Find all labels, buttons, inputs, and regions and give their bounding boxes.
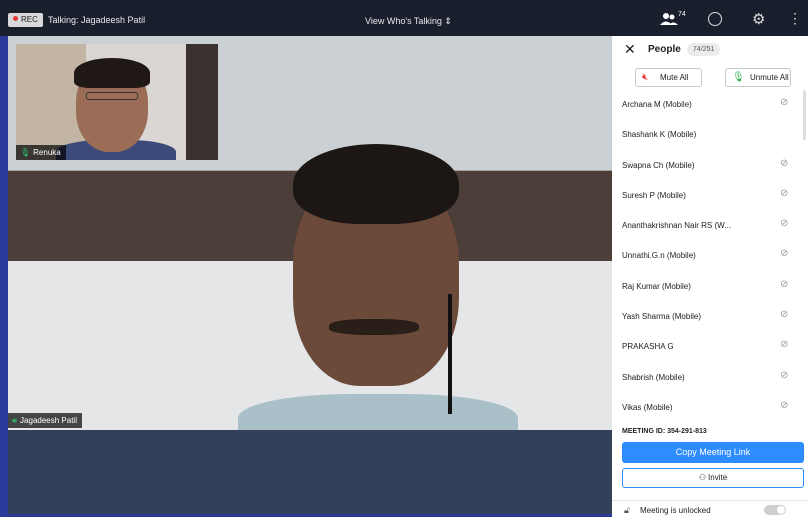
- mic-icon: 🎙︎: [20, 148, 31, 157]
- participant-count-badge: 74/251: [687, 43, 721, 56]
- view-whos-talking-dropdown[interactable]: View Who's Talking ⇕: [365, 16, 452, 27]
- lock-icon: 🔓︎: [624, 505, 630, 515]
- meeting-top-bar: REC Talking: Jagadeesh Patil View Who's …: [0, 0, 808, 36]
- more-options-icon[interactable]: ⋮: [788, 10, 802, 27]
- speaker-hair: [293, 144, 459, 224]
- add-person-icon: ⚇: [698, 473, 707, 482]
- record-dot-icon: [13, 16, 18, 21]
- participants-count: 74: [678, 11, 686, 18]
- speaker-moustache: [329, 319, 419, 335]
- participant-row[interactable]: Shashank K (Mobile): [612, 120, 808, 150]
- mic-off-icon[interactable]: ⊘: [780, 279, 788, 290]
- mic-off-icon[interactable]: ⊘: [780, 188, 788, 199]
- participant-name: Shabrish (Mobile): [622, 372, 685, 382]
- participants-icon: [660, 13, 678, 25]
- meeting-lock-row: 🔓︎ Meeting is unlocked: [612, 500, 808, 517]
- unmute-all-button[interactable]: 🎙︎ Unmute All: [725, 68, 791, 87]
- thumb-hair: [74, 58, 150, 88]
- participant-thumbnail[interactable]: 🎙︎ Renuka: [16, 44, 218, 160]
- talking-indicator: Talking: Jagadeesh Patil: [48, 15, 146, 25]
- speaker-name-tag: 🔊︎ Jagadeesh Patil: [8, 413, 82, 428]
- participant-name: Yash Sharma (Mobile): [622, 312, 701, 322]
- lock-meeting-toggle[interactable]: [764, 505, 786, 515]
- settings-icon[interactable]: ⚙: [752, 10, 765, 28]
- participant-name: Raj Kumar (Mobile): [622, 281, 691, 291]
- participant-name: Unnathi.G.n (Mobile): [622, 251, 696, 261]
- participant-row[interactable]: Ananthakrishnan Nair RS (W... ⊘: [612, 211, 808, 241]
- participant-row[interactable]: Shabrish (Mobile) ⊘: [612, 363, 808, 393]
- mic-off-icon[interactable]: ⊘: [780, 309, 788, 320]
- people-panel: ✕ People 74/251 🔇︎ Mute All 🎙︎ Unmute Al…: [612, 36, 808, 517]
- mute-all-button[interactable]: 🔇︎ Mute All: [635, 68, 702, 87]
- thumb-door: [186, 44, 218, 160]
- participant-row[interactable]: Suresh P (Mobile) ⊘: [612, 181, 808, 211]
- chat-icon[interactable]: [708, 12, 722, 26]
- participant-row[interactable]: Swapna Ch (Mobile) ⊘: [612, 151, 808, 181]
- participant-name: Vikas (Mobile): [622, 402, 673, 412]
- close-icon[interactable]: ✕: [624, 41, 636, 58]
- participant-name: Shashank K (Mobile): [622, 130, 697, 140]
- panel-title: People: [648, 44, 681, 55]
- participant-list-scrollbar[interactable]: [803, 90, 806, 140]
- participant-name: PRAKASHA G: [622, 342, 674, 352]
- mic-off-icon[interactable]: ⊘: [780, 370, 788, 381]
- participant-name: Archana M (Mobile): [622, 100, 692, 109]
- participant-name: Suresh P (Mobile): [622, 190, 686, 200]
- participant-row[interactable]: Archana M (Mobile) ⊘: [612, 90, 808, 120]
- mic-off-icon[interactable]: ⊘: [780, 400, 788, 411]
- mic-off-icon: 🔇︎: [642, 72, 649, 83]
- mic-off-icon[interactable]: ⊘: [780, 158, 788, 169]
- participant-name: Swapna Ch (Mobile): [622, 160, 695, 170]
- headset-mic: [448, 294, 452, 414]
- participants-button[interactable]: 74: [660, 11, 686, 28]
- participant-row[interactable]: Unnathi.G.n (Mobile) ⊘: [612, 241, 808, 271]
- thumb-glasses: [86, 92, 138, 100]
- copy-meeting-link-button[interactable]: Copy Meeting Link: [622, 442, 804, 463]
- meeting-id: MEETING ID: 354-291-813: [622, 428, 707, 435]
- mic-off-icon[interactable]: ⊘: [780, 97, 788, 108]
- participant-list[interactable]: Archana M (Mobile) ⊘ Shashank K (Mobile) …: [612, 90, 808, 420]
- speaker-shirt: [238, 394, 518, 430]
- mic-off-icon[interactable]: ⊘: [780, 248, 788, 259]
- participant-row[interactable]: Vikas (Mobile) ⊘: [612, 393, 808, 420]
- recording-badge: REC: [8, 13, 43, 27]
- lock-status: Meeting is unlocked: [640, 506, 711, 515]
- speaker-figure: [238, 144, 518, 430]
- mic-icon: 🎙︎: [732, 72, 745, 83]
- participant-row[interactable]: Yash Sharma (Mobile) ⊘: [612, 302, 808, 332]
- participant-row[interactable]: PRAKASHA G ⊘: [612, 332, 808, 362]
- audio-active-icon: 🔊︎: [12, 416, 18, 425]
- participant-name: Ananthakrishnan Nair RS (W...: [622, 221, 731, 231]
- mic-off-icon[interactable]: ⊘: [780, 339, 788, 350]
- thumbnail-name-tag: 🎙︎ Renuka: [16, 145, 66, 160]
- invite-button[interactable]: ⚇ Invite: [622, 468, 804, 488]
- panel-header: ✕ People 74/251: [612, 36, 808, 62]
- mic-off-icon[interactable]: ⊘: [780, 218, 788, 229]
- participant-row[interactable]: Raj Kumar (Mobile) ⊘: [612, 272, 808, 302]
